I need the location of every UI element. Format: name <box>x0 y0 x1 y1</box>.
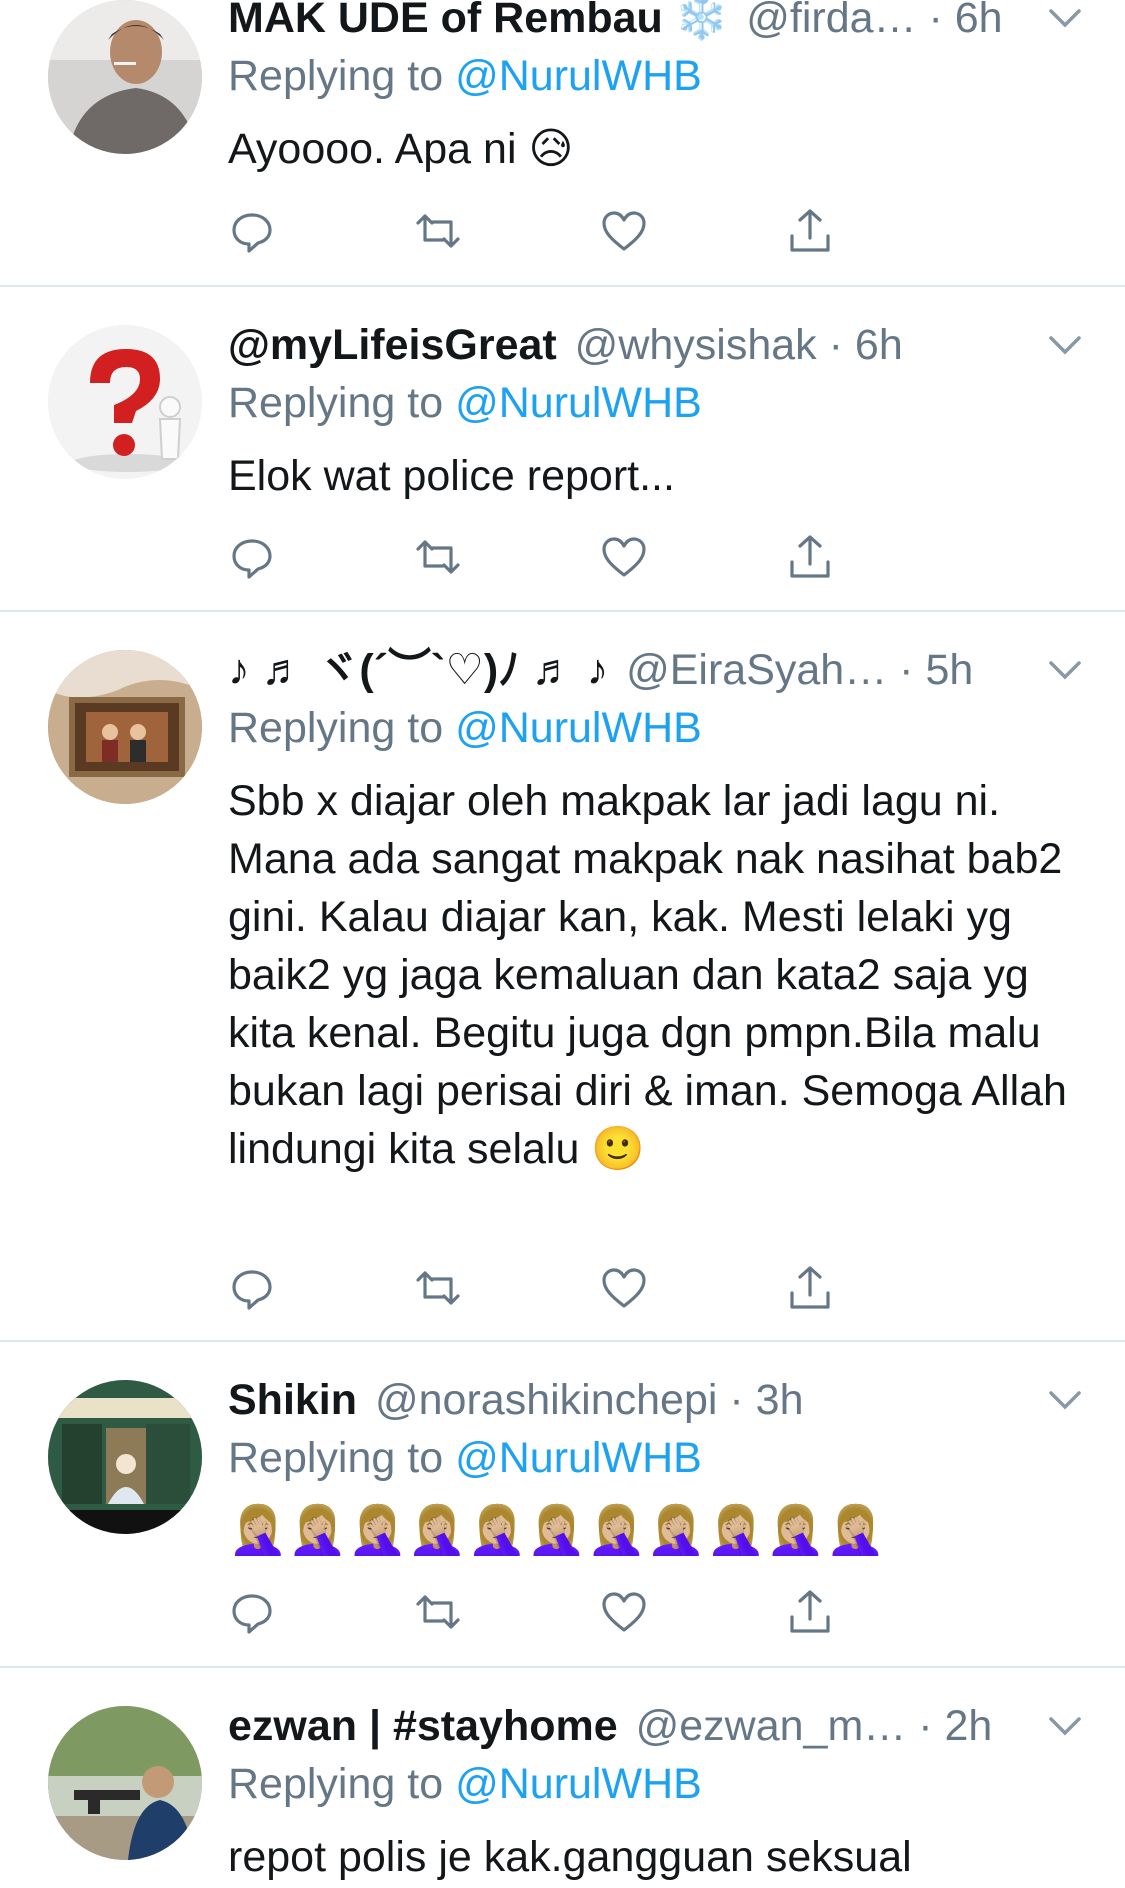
display-name[interactable]: @myLifeisGreat <box>228 321 557 369</box>
like-icon <box>599 1587 649 1642</box>
reply-button[interactable] <box>222 1260 282 1320</box>
replying-to: Replying to @NurulWHB <box>228 698 1085 758</box>
tweet-text: Ayoooo. Apa ni 😥 <box>228 125 574 173</box>
user-handle[interactable]: @firda… <box>746 0 916 42</box>
tweet-actions <box>222 1584 982 1644</box>
reply-mention-link[interactable]: @NurulWHB <box>455 1760 702 1808</box>
separator-dot: · <box>887 646 926 694</box>
reply-button[interactable] <box>222 529 282 589</box>
tweet-text: Sbb x diajar oleh makpak lar jadi lagu n… <box>228 777 1079 1173</box>
tweet[interactable]: ezwan | #stayhome @ezwan_m… · 2h Replyin… <box>0 1668 1125 1888</box>
tweet-feed: MAK UDE of Rembau ❄️ @firda… · 6h Replyi… <box>0 0 1125 1888</box>
avatar[interactable] <box>48 650 202 804</box>
reply-icon <box>227 206 277 261</box>
share-button[interactable] <box>780 1260 840 1320</box>
avatar[interactable] <box>48 1380 202 1534</box>
tweet-actions <box>222 203 982 263</box>
reply-mention-link[interactable]: @NurulWHB <box>455 704 702 752</box>
replying-to-label: Replying to <box>228 1760 456 1808</box>
display-name[interactable]: ezwan | #stayhome <box>228 1702 618 1750</box>
replying-to-label: Replying to <box>228 379 456 427</box>
user-handle[interactable]: @ezwan_m… <box>636 1702 907 1750</box>
chevron-down-icon[interactable] <box>1045 325 1085 365</box>
replying-to-label: Replying to <box>228 52 456 100</box>
reply-mention-link[interactable]: @NurulWHB <box>455 52 702 100</box>
reply-mention-link[interactable]: @NurulWHB <box>455 379 702 427</box>
user-handle[interactable]: @whysishak <box>575 321 817 369</box>
replying-to: Replying to @NurulWHB <box>228 46 1085 106</box>
tweet-text: 🤦🏼‍♀️🤦🏼‍♀️🤦🏼‍♀️🤦🏼‍♀️🤦🏼‍♀️🤦🏼‍♀️🤦🏼‍♀️🤦🏼‍♀️… <box>228 1504 886 1557</box>
tweet-actions <box>222 529 982 589</box>
like-button[interactable] <box>594 203 654 263</box>
tweet-time: 5h <box>925 646 974 694</box>
retweet-button[interactable] <box>408 203 468 263</box>
separator-dot: · <box>816 321 855 369</box>
share-button[interactable] <box>780 1584 840 1644</box>
avatar[interactable] <box>48 325 202 479</box>
tweet-time: 2h <box>944 1702 993 1750</box>
share-icon <box>785 1263 835 1318</box>
tweet[interactable]: Shikin @norashikinchepi · 3h Replying to… <box>0 1342 1125 1668</box>
tweet-header: ♪ ♬ ヾ(´︶`♡)ﾉ ♬ ♪ @EiraSyah… · 5h <box>228 642 1085 698</box>
retweet-icon <box>413 532 463 587</box>
tweet-header: ezwan | #stayhome @ezwan_m… · 2h <box>228 1698 1085 1754</box>
retweet-icon <box>413 1587 463 1642</box>
avatar[interactable] <box>48 1706 202 1860</box>
reply-icon <box>227 1263 277 1318</box>
retweet-button[interactable] <box>408 1260 468 1320</box>
share-icon <box>785 532 835 587</box>
chevron-down-icon[interactable] <box>1045 650 1085 690</box>
reply-button[interactable] <box>222 1584 282 1644</box>
reply-icon <box>227 532 277 587</box>
replying-to-label: Replying to <box>228 704 456 752</box>
retweet-button[interactable] <box>408 529 468 589</box>
like-button[interactable] <box>594 1260 654 1320</box>
display-name[interactable]: Shikin <box>228 1376 357 1424</box>
replying-to-label: Replying to <box>228 1434 456 1482</box>
tweet[interactable]: ♪ ♬ ヾ(´︶`♡)ﾉ ♬ ♪ @EiraSyah… · 5h Replyin… <box>0 612 1125 1342</box>
avatar[interactable] <box>48 0 202 154</box>
display-name[interactable]: MAK UDE of Rembau ❄️ <box>228 0 728 42</box>
like-button[interactable] <box>594 1584 654 1644</box>
like-icon <box>599 532 649 587</box>
tweet-header: MAK UDE of Rembau ❄️ @firda… · 6h <box>228 0 1085 46</box>
like-button[interactable] <box>594 529 654 589</box>
retweet-icon <box>413 1263 463 1318</box>
share-icon <box>785 1587 835 1642</box>
separator-dot: · <box>906 1702 945 1750</box>
tweet-time: 6h <box>854 321 903 369</box>
tweet-header: @myLifeisGreat @whysishak · 6h <box>228 317 1085 373</box>
tweet-time: 6h <box>954 0 1003 42</box>
replying-to: Replying to @NurulWHB <box>228 1428 1085 1488</box>
chevron-down-icon[interactable] <box>1045 1380 1085 1420</box>
tweet[interactable]: MAK UDE of Rembau ❄️ @firda… · 6h Replyi… <box>0 0 1125 287</box>
tweet-time: 3h <box>755 1376 804 1424</box>
retweet-button[interactable] <box>408 1584 468 1644</box>
tweet-header: Shikin @norashikinchepi · 3h <box>228 1372 1085 1428</box>
separator-dot: · <box>916 0 955 42</box>
display-name[interactable]: ♪ ♬ ヾ(´︶`♡)ﾉ ♬ ♪ <box>228 646 608 694</box>
user-handle[interactable]: @EiraSyah… <box>626 646 887 694</box>
replying-to: Replying to @NurulWHB <box>228 373 1085 433</box>
chevron-down-icon[interactable] <box>1045 0 1085 38</box>
share-button[interactable] <box>780 203 840 263</box>
replying-to: Replying to @NurulWHB <box>228 1754 1085 1814</box>
share-button[interactable] <box>780 529 840 589</box>
like-icon <box>599 206 649 261</box>
reply-mention-link[interactable]: @NurulWHB <box>455 1434 702 1482</box>
reply-button[interactable] <box>222 203 282 263</box>
share-icon <box>785 206 835 261</box>
user-handle[interactable]: @norashikinchepi <box>375 1376 717 1424</box>
separator-dot: · <box>717 1376 756 1424</box>
chevron-down-icon[interactable] <box>1045 1706 1085 1746</box>
reply-icon <box>227 1587 277 1642</box>
retweet-icon <box>413 206 463 261</box>
tweet-text: Elok wat police report... <box>228 452 675 500</box>
like-icon <box>599 1263 649 1318</box>
tweet-actions <box>222 1260 982 1320</box>
tweet[interactable]: @myLifeisGreat @whysishak · 6h Replying … <box>0 287 1125 612</box>
tweet-text: repot polis je kak.gangguan seksual <box>228 1833 912 1881</box>
